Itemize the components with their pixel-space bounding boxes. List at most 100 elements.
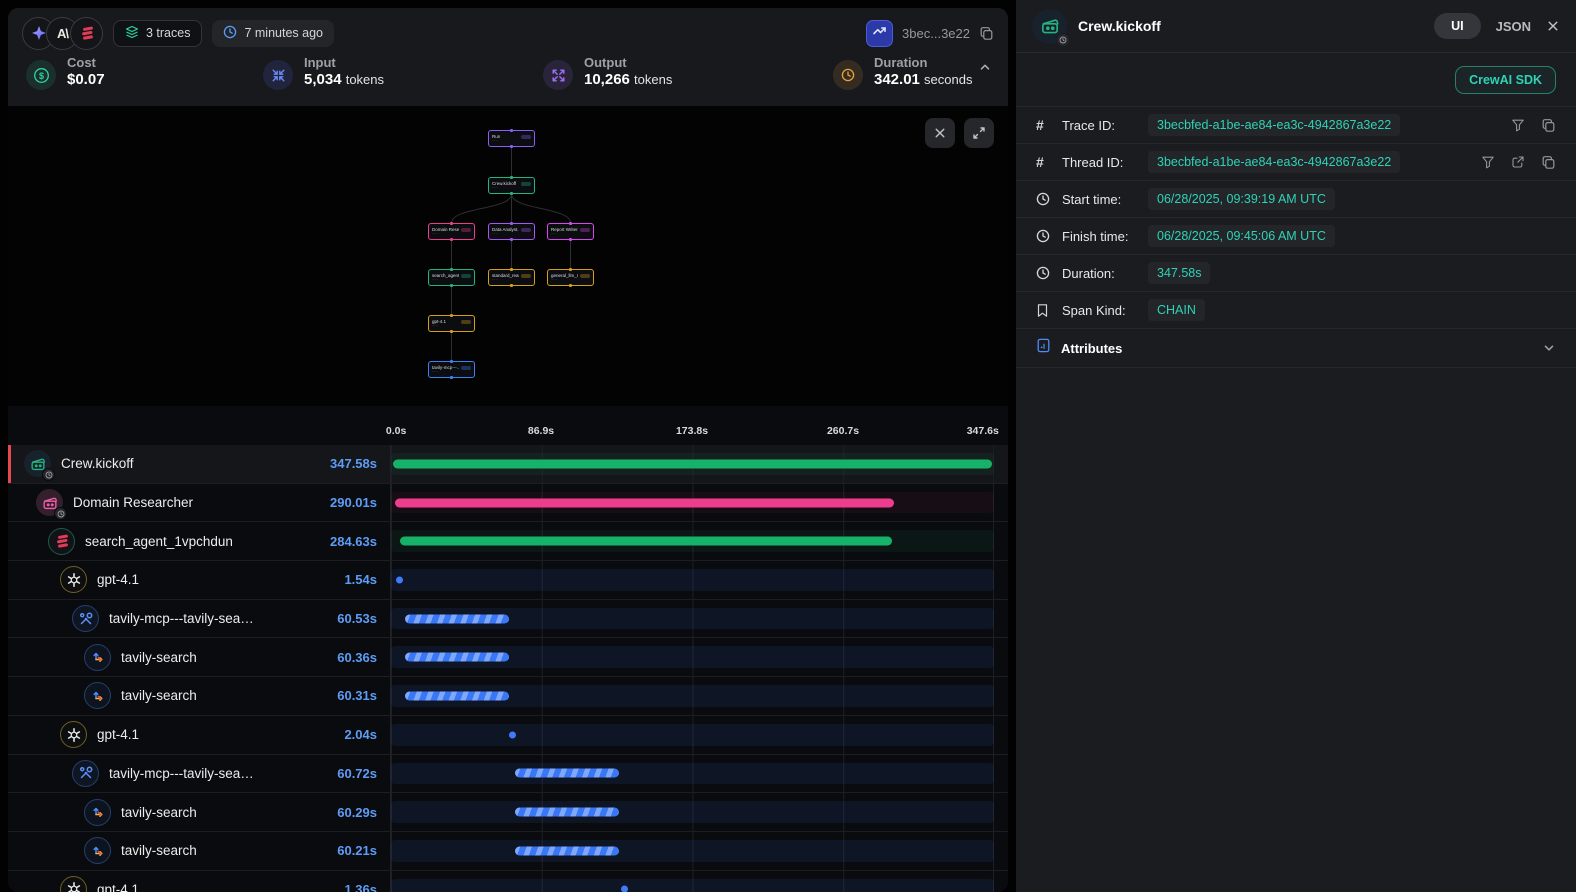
provider-avatars: A\ (22, 17, 103, 50)
graph-node-report[interactable]: Report Writer...····· (547, 223, 594, 240)
graph-node-search[interactable]: search_agent_...····· (428, 269, 475, 286)
span-bar (400, 537, 892, 546)
span-row[interactable]: tavily-search60.36s (8, 638, 1008, 677)
span-row[interactable]: tavily-search60.21s (8, 832, 1008, 871)
field-starttime: Start time:06/28/2025, 09:39:19 AM UTC (1016, 180, 1576, 217)
field-label: Duration: (1062, 266, 1148, 281)
crew-icon (24, 450, 51, 477)
field-value[interactable]: CHAIN (1148, 299, 1205, 321)
span-row[interactable]: gpt-4.12.04s (8, 716, 1008, 755)
hash-icon: # (1036, 154, 1062, 170)
trace-graph: Run····· Crew.kickoff····· Domain Research… (8, 106, 1008, 406)
traces-count-badge[interactable]: 3 traces (113, 20, 202, 47)
filter-icon[interactable] (1481, 155, 1495, 169)
clock-icon (833, 60, 863, 90)
trace-header: A\ 3 traces 7 minutes ago 3bec...3e22 (8, 8, 1008, 58)
field-value[interactable]: 06/28/2025, 09:39:19 AM UTC (1148, 188, 1335, 210)
external-link-icon[interactable] (1511, 155, 1525, 169)
span-bar (405, 653, 508, 662)
clock-icon (223, 25, 237, 42)
clock-icon (1036, 192, 1062, 206)
span-bar (621, 886, 628, 892)
span-track (390, 561, 994, 599)
tools-icon (72, 760, 99, 787)
filter-icon[interactable] (1511, 118, 1525, 132)
copy-icon[interactable] (1541, 118, 1556, 133)
graph-node-run[interactable]: Run····· (488, 130, 535, 147)
tab-json[interactable]: JSON (1496, 19, 1531, 34)
clock-icon (1036, 266, 1062, 280)
attributes-section-toggle[interactable]: Attributes (1016, 328, 1576, 368)
svg-text:$: $ (38, 71, 43, 81)
graph-node-gpt[interactable]: gpt-4.1····· (428, 315, 475, 332)
field-value[interactable]: 347.58s (1148, 262, 1210, 284)
crew-icon (1032, 9, 1067, 44)
collapse-stats-chevron-up-icon[interactable] (978, 60, 992, 79)
close-panel-button[interactable] (1546, 19, 1560, 33)
openai-icon (60, 721, 87, 748)
span-track (390, 638, 994, 676)
crewai-icon (48, 528, 75, 555)
stat-label: Output (584, 55, 672, 70)
trace-id-short: 3bec...3e22 (902, 26, 970, 41)
field-value[interactable]: 06/28/2025, 09:45:06 AM UTC (1148, 225, 1335, 247)
graph-node-standard[interactable]: standard_reasoni...····· (488, 269, 535, 286)
stat-value: 5,034 tokens (304, 70, 384, 89)
span-bar (405, 614, 509, 623)
activity-button[interactable] (866, 20, 893, 47)
tab-ui[interactable]: UI (1434, 13, 1481, 39)
field-label: Start time: (1062, 192, 1148, 207)
stat-output: Output10,266 tokens (543, 58, 833, 90)
graph-node-domain[interactable]: Domain Research...····· (428, 223, 475, 240)
graph-node-tavily[interactable]: tavily-mcp---...····· (428, 361, 475, 378)
axis-tick: 260.7s (827, 425, 859, 437)
graph-node-data[interactable]: Data Analyst...····· (488, 223, 535, 240)
graph-node-general[interactable]: general_llm_resp...····· (547, 269, 594, 286)
span-row[interactable]: tavily-mcp---tavily-sea…60.53s (8, 600, 1008, 639)
field-finishtime: Finish time:06/28/2025, 09:45:06 AM UTC (1016, 217, 1576, 254)
span-row[interactable]: gpt-4.11.36s (8, 871, 1008, 892)
graph-expand-button[interactable] (964, 118, 994, 148)
stat-value: $0.07 (67, 70, 105, 89)
span-name: gpt-4.1 (97, 572, 139, 587)
span-name: gpt-4.1 (97, 882, 139, 892)
sdk-badge: CrewAI SDK (1455, 66, 1556, 94)
bookmark-icon (1036, 303, 1062, 318)
span-row[interactable]: gpt-4.1 1.54s (8, 561, 1008, 600)
time-ago-badge[interactable]: 7 minutes ago (212, 20, 334, 47)
copy-trace-id-button[interactable] (979, 26, 994, 41)
span-name: tavily-search (121, 805, 197, 820)
span-track (390, 716, 994, 754)
field-value[interactable]: 3becbfed-a1be-ae84-ea3c-4942867a3e22 (1148, 114, 1400, 136)
span-row[interactable]: tavily-search60.29s (8, 793, 1008, 832)
span-rows: Crew.kickoff347.58sDomain Researcher290.… (8, 445, 1008, 892)
span-name: Crew.kickoff (61, 456, 134, 471)
timeline-axis: 0.0s86.9s173.8s260.7s347.6s (8, 406, 1008, 445)
field-value[interactable]: 3becbfed-a1be-ae84-ea3c-4942867a3e22 (1148, 151, 1400, 173)
trace-main-area: A\ 3 traces 7 minutes ago 3bec...3e22 $ C… (0, 0, 1016, 892)
span-track (390, 445, 994, 483)
span-row[interactable]: tavily-search60.31s (8, 677, 1008, 716)
span-name: tavily-mcp---tavily-sea… (109, 611, 254, 626)
span-track (390, 832, 994, 870)
span-row[interactable]: Domain Researcher290.01s (8, 484, 1008, 523)
stat-duration: Duration342.01 seconds (833, 58, 990, 90)
span-track (390, 793, 994, 831)
field-label: Trace ID: (1062, 118, 1148, 133)
span-track (390, 677, 994, 715)
stat-label: Duration (874, 55, 972, 70)
span-row[interactable]: Crew.kickoff347.58s (8, 445, 1008, 484)
span-row[interactable]: search_agent_1vpchdun284.63s (8, 522, 1008, 561)
hash-icon: # (1036, 117, 1062, 133)
layers-icon (125, 25, 139, 42)
span-timeline: 0.0s86.9s173.8s260.7s347.6s Crew.kickoff… (8, 406, 1008, 892)
span-row[interactable]: tavily-mcp---tavily-sea…60.72s (8, 755, 1008, 794)
copy-icon[interactable] (1541, 155, 1556, 170)
span-track (390, 871, 994, 892)
graph-close-button[interactable] (925, 118, 955, 148)
span-duration: 60.21s (337, 843, 377, 858)
graph-node-crew[interactable]: Crew.kickoff····· (488, 177, 535, 194)
span-duration: 60.31s (337, 688, 377, 703)
span-detail-panel: Crew.kickoff UI JSON CrewAI SDK #Trace I… (1016, 0, 1576, 892)
span-duration: 1.54s (344, 572, 377, 587)
